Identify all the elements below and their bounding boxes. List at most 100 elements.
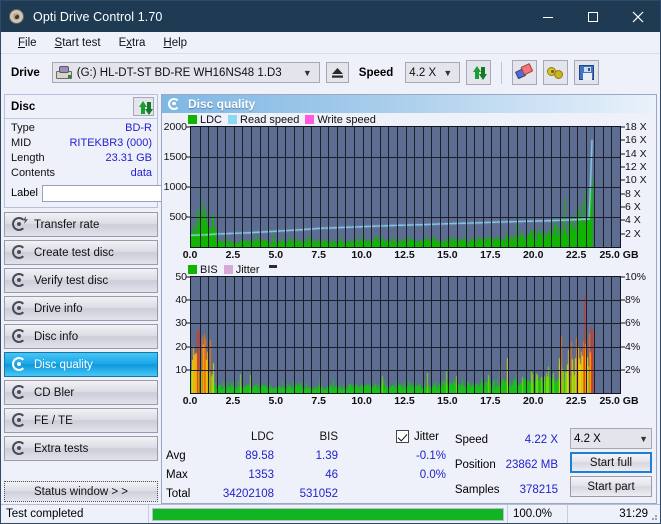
menu-label-file: ile [25, 36, 37, 49]
legend-swatch-bis [188, 265, 197, 274]
sidebar-item-label: Verify test disc [34, 274, 109, 287]
y-tick-right [621, 299, 625, 301]
toolbar-separator [501, 61, 503, 84]
gridline-v [431, 277, 432, 393]
gridline-v [200, 127, 201, 247]
sidebar-item-transfer-rate[interactable]: Transfer rate [4, 212, 158, 237]
jitter-label: Jitter [414, 430, 439, 443]
bis-y-axis-right: 2% 4% 6% 8% 10% [621, 271, 654, 394]
sidebar-item-cd-bler[interactable]: CD Bler [4, 380, 158, 405]
menu-label-help: elp [171, 36, 188, 49]
gridline-v [371, 277, 372, 393]
tools-button[interactable] [543, 60, 569, 85]
drive-select[interactable]: (G:) HL-DT-ST BD-RE WH16NS48 1.D3 ▼ [51, 62, 320, 83]
status-message: Test completed [1, 505, 149, 523]
x-tick-label: 12.5 [394, 395, 415, 407]
gridline-v [466, 127, 467, 247]
refresh-button[interactable] [466, 60, 492, 85]
jitter-checkbox-group[interactable]: Jitter [396, 430, 446, 443]
y-tick-label: 2000 [163, 121, 187, 133]
disc-refresh-button[interactable] [133, 97, 154, 116]
gridline-v [414, 127, 415, 247]
gridline-v [577, 277, 578, 393]
gridline-v [534, 127, 535, 247]
bis-plot-area [190, 276, 621, 394]
y-tick-right [621, 206, 625, 208]
start-full-button[interactable]: Start full [570, 452, 652, 473]
stats-area: LDC BIS Jitter Avg 89.58 1.39 -0.1% Max … [162, 425, 656, 503]
sidebar-item-label: Extra tests [34, 442, 89, 455]
disc-row-contents: Contents data [11, 166, 152, 181]
progress-fill [153, 508, 503, 520]
gridline-v [594, 127, 595, 247]
sidebar-item-verify-test-disc[interactable]: Verify test disc [4, 268, 158, 293]
x-tick-label: 0.0 [182, 249, 198, 261]
menu-item-help[interactable]: Help [154, 35, 196, 51]
gridline-v [500, 127, 501, 247]
gridline-v [440, 277, 441, 393]
table-row: Avg 89.58 1.39 -0.1% [166, 446, 452, 465]
y-tick-right [621, 233, 625, 235]
ldc-x-axis: 0.0 2.5 5.0 7.5 10.0 12.5 15.0 17.5 20.0 22.5 25.0… [164, 248, 654, 263]
gridline-v [569, 277, 570, 393]
y-tick-right [621, 276, 625, 278]
gridline-v [586, 127, 587, 247]
gridline-v [397, 127, 398, 247]
gridline-v [611, 277, 612, 393]
y-tick-label-right: 8 X [625, 187, 641, 200]
x-tick-label: 5.0 [268, 395, 284, 407]
menu-item-start-test[interactable]: Start test [46, 35, 110, 51]
y-tick-label-right: 8% [625, 294, 641, 307]
application-window: Opti Drive Control 1.70 File Start test … [0, 0, 661, 524]
menu-label-start-test: tart test [62, 36, 101, 49]
test-speed-select[interactable]: 4.2 X ▼ [570, 428, 652, 449]
y-tick-label-right: 10% [625, 271, 647, 283]
sidebar-item-disc-info[interactable]: Disc info [4, 324, 158, 349]
sidebar-item-fe-te[interactable]: FE / TE [4, 408, 158, 433]
sidebar-item-disc-quality[interactable]: Disc quality [4, 352, 158, 377]
y-tick-label: 1500 [163, 151, 187, 163]
speed-select[interactable]: 4.2 X ▼ [405, 62, 461, 83]
gridline-v [320, 277, 321, 393]
charts-area: LDC Read speed Write speed 500 1000 1500… [162, 113, 656, 425]
gridline-v [423, 127, 424, 247]
stats-avg-ldc: 89.58 [245, 449, 274, 462]
x-tick-label: 0.0 [182, 395, 198, 407]
legend-swatch-write-speed [305, 115, 315, 124]
jitter-checkbox[interactable] [396, 430, 409, 443]
save-button[interactable] [574, 60, 600, 85]
chevron-down-icon: ▼ [302, 67, 312, 78]
eject-button[interactable] [325, 62, 349, 83]
close-icon[interactable] [615, 1, 660, 32]
x-tick-label: 10.0 [351, 395, 372, 407]
maximize-icon[interactable] [570, 1, 615, 32]
gridline-v [345, 127, 346, 247]
gridline-v [380, 127, 381, 247]
save-icon [579, 65, 595, 80]
gridline-v [354, 277, 355, 393]
app-disc-icon [9, 8, 25, 25]
erase-button[interactable] [512, 60, 538, 85]
disc-test-icon [12, 273, 27, 288]
sidebar-item-create-test-disc[interactable]: Create test disc [4, 240, 158, 265]
gridline-v [208, 277, 209, 393]
start-part-button[interactable]: Start part [570, 476, 652, 497]
sidebar-item-extra-tests[interactable]: Extra tests [4, 436, 158, 461]
menu-item-file[interactable]: File [9, 35, 46, 51]
status-window-button[interactable]: Status window > > [4, 481, 158, 502]
gridline-v [526, 277, 527, 393]
y-tick-label-right: 4 X [625, 214, 641, 227]
gridline-v [431, 127, 432, 247]
gridline-v [303, 277, 304, 393]
gridline-v [586, 277, 587, 393]
sidebar-item-drive-info[interactable]: Drive info [4, 296, 158, 321]
menu-item-extra[interactable]: Extra [110, 35, 155, 51]
gridline-v [380, 277, 381, 393]
x-tick-label: 17.5 [480, 249, 501, 261]
gridline-v [277, 127, 278, 247]
gridline-v [483, 127, 484, 247]
y-tick-right [621, 193, 625, 195]
resize-grip[interactable] [648, 511, 658, 521]
run-info-table: Speed 4.22 X Position 23862 MB Samples 3… [453, 427, 564, 503]
minimize-icon[interactable] [525, 1, 570, 32]
